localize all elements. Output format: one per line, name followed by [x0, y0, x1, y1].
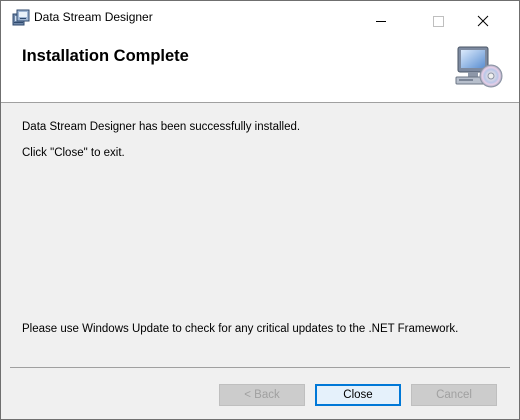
maximize-icon [433, 16, 444, 27]
footer-divider [10, 367, 510, 368]
page-title: Installation Complete [22, 47, 189, 65]
minimize-button[interactable] [358, 1, 404, 32]
installer-window: Data Stream Designer Installation Comple… [0, 0, 520, 420]
window-title: Data Stream Designer [34, 10, 153, 24]
exit-instruction: Click "Close" to exit. [22, 147, 125, 159]
close-button[interactable]: Close [315, 384, 401, 406]
maximize-button [413, 1, 459, 32]
minimize-icon [376, 21, 386, 22]
header-banner: Installation Complete [1, 32, 519, 103]
cancel-button: Cancel [411, 384, 497, 406]
close-window-button[interactable] [460, 1, 506, 32]
windows-update-note: Please use Windows Update to check for a… [22, 323, 459, 335]
close-icon [477, 15, 489, 27]
back-button: < Back [219, 384, 305, 406]
computer-cd-icon [453, 45, 503, 91]
installer-icon [12, 9, 30, 26]
title-bar[interactable]: Data Stream Designer [1, 1, 519, 32]
success-message: Data Stream Designer has been successful… [22, 121, 301, 133]
